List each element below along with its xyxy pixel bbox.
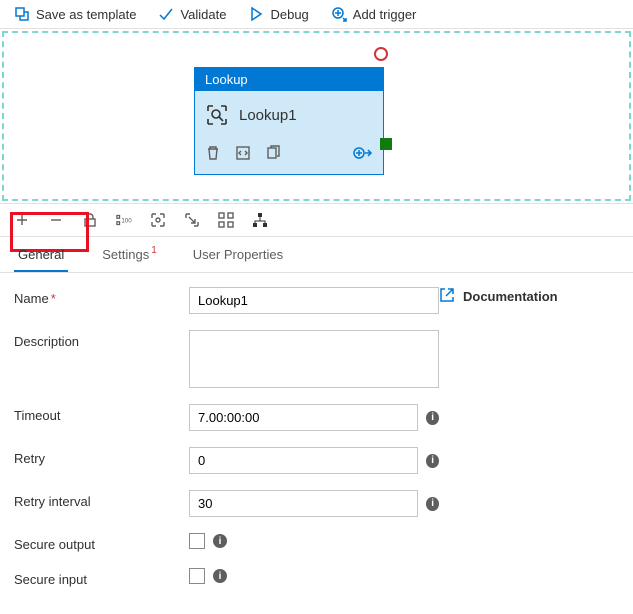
lock-icon[interactable]	[82, 212, 98, 228]
play-icon	[248, 6, 264, 22]
code-view-icon[interactable]	[235, 145, 251, 164]
debug-button[interactable]: Debug	[248, 6, 308, 22]
timeout-input[interactable]	[189, 404, 418, 431]
activity-type-label: Lookup	[195, 68, 383, 91]
name-input[interactable]	[189, 287, 439, 314]
tab-user-properties[interactable]: User Properties	[189, 237, 287, 272]
validation-error-indicator[interactable]	[374, 47, 388, 61]
info-icon[interactable]: i	[426, 454, 439, 468]
add-trigger-icon	[331, 6, 347, 22]
validate-label: Validate	[180, 7, 226, 22]
tab-settings[interactable]: Settings1	[98, 237, 159, 272]
debug-label: Debug	[270, 7, 308, 22]
secure-output-checkbox[interactable]	[189, 533, 205, 549]
info-icon[interactable]: i	[426, 411, 439, 425]
layout-icon[interactable]	[218, 212, 234, 228]
save-template-label: Save as template	[36, 7, 136, 22]
description-input[interactable]	[189, 330, 439, 388]
secure-output-label: Secure output	[14, 533, 189, 552]
lookup-activity[interactable]: Lookup Lookup1	[194, 67, 384, 175]
retry-interval-label: Retry interval	[14, 490, 189, 509]
lookup-icon	[205, 103, 229, 127]
tab-general[interactable]: General	[14, 237, 68, 272]
secure-input-checkbox[interactable]	[189, 568, 205, 584]
fit-screen-icon[interactable]	[150, 212, 166, 228]
validate-button[interactable]: Validate	[158, 6, 226, 22]
add-trigger-label: Add trigger	[353, 7, 417, 22]
settings-error-badge: 1	[151, 245, 157, 256]
success-connector-handle[interactable]	[380, 138, 392, 150]
add-trigger-button[interactable]: Add trigger	[331, 6, 417, 22]
copy-icon[interactable]	[265, 145, 281, 164]
pipeline-canvas[interactable]: Lookup Lookup1	[2, 31, 631, 201]
svg-text:100%: 100%	[121, 218, 132, 225]
info-icon[interactable]: i	[213, 534, 227, 548]
activity-title: Lookup1	[239, 107, 297, 124]
auto-align-icon[interactable]	[184, 212, 200, 228]
zoom-100-icon[interactable]: 100%	[116, 212, 132, 228]
open-external-icon	[439, 287, 455, 306]
save-template-button[interactable]: Save as template	[14, 6, 136, 22]
property-tabs: General Settings1 User Properties	[0, 237, 633, 273]
info-icon[interactable]: i	[213, 569, 227, 583]
timeout-label: Timeout	[14, 404, 189, 423]
top-toolbar: Save as template Validate Debug Add trig…	[0, 0, 633, 29]
description-label: Description	[14, 330, 189, 349]
zoom-in-icon[interactable]	[14, 212, 30, 228]
check-icon	[158, 6, 174, 22]
secure-input-label: Secure input	[14, 568, 189, 587]
info-icon[interactable]: i	[426, 497, 439, 511]
documentation-link[interactable]: Documentation	[439, 287, 619, 306]
name-label: Name*	[14, 287, 189, 306]
canvas-toolbar: 100%	[0, 203, 633, 237]
retry-input[interactable]	[189, 447, 418, 474]
retry-interval-input[interactable]	[189, 490, 418, 517]
general-form: Name* Documentation Description Timeout …	[0, 273, 633, 601]
add-output-icon[interactable]	[353, 145, 373, 164]
zoom-out-icon[interactable]	[48, 212, 64, 228]
hierarchy-icon[interactable]	[252, 212, 268, 228]
save-template-icon	[14, 6, 30, 22]
retry-label: Retry	[14, 447, 189, 466]
delete-icon[interactable]	[205, 145, 221, 164]
